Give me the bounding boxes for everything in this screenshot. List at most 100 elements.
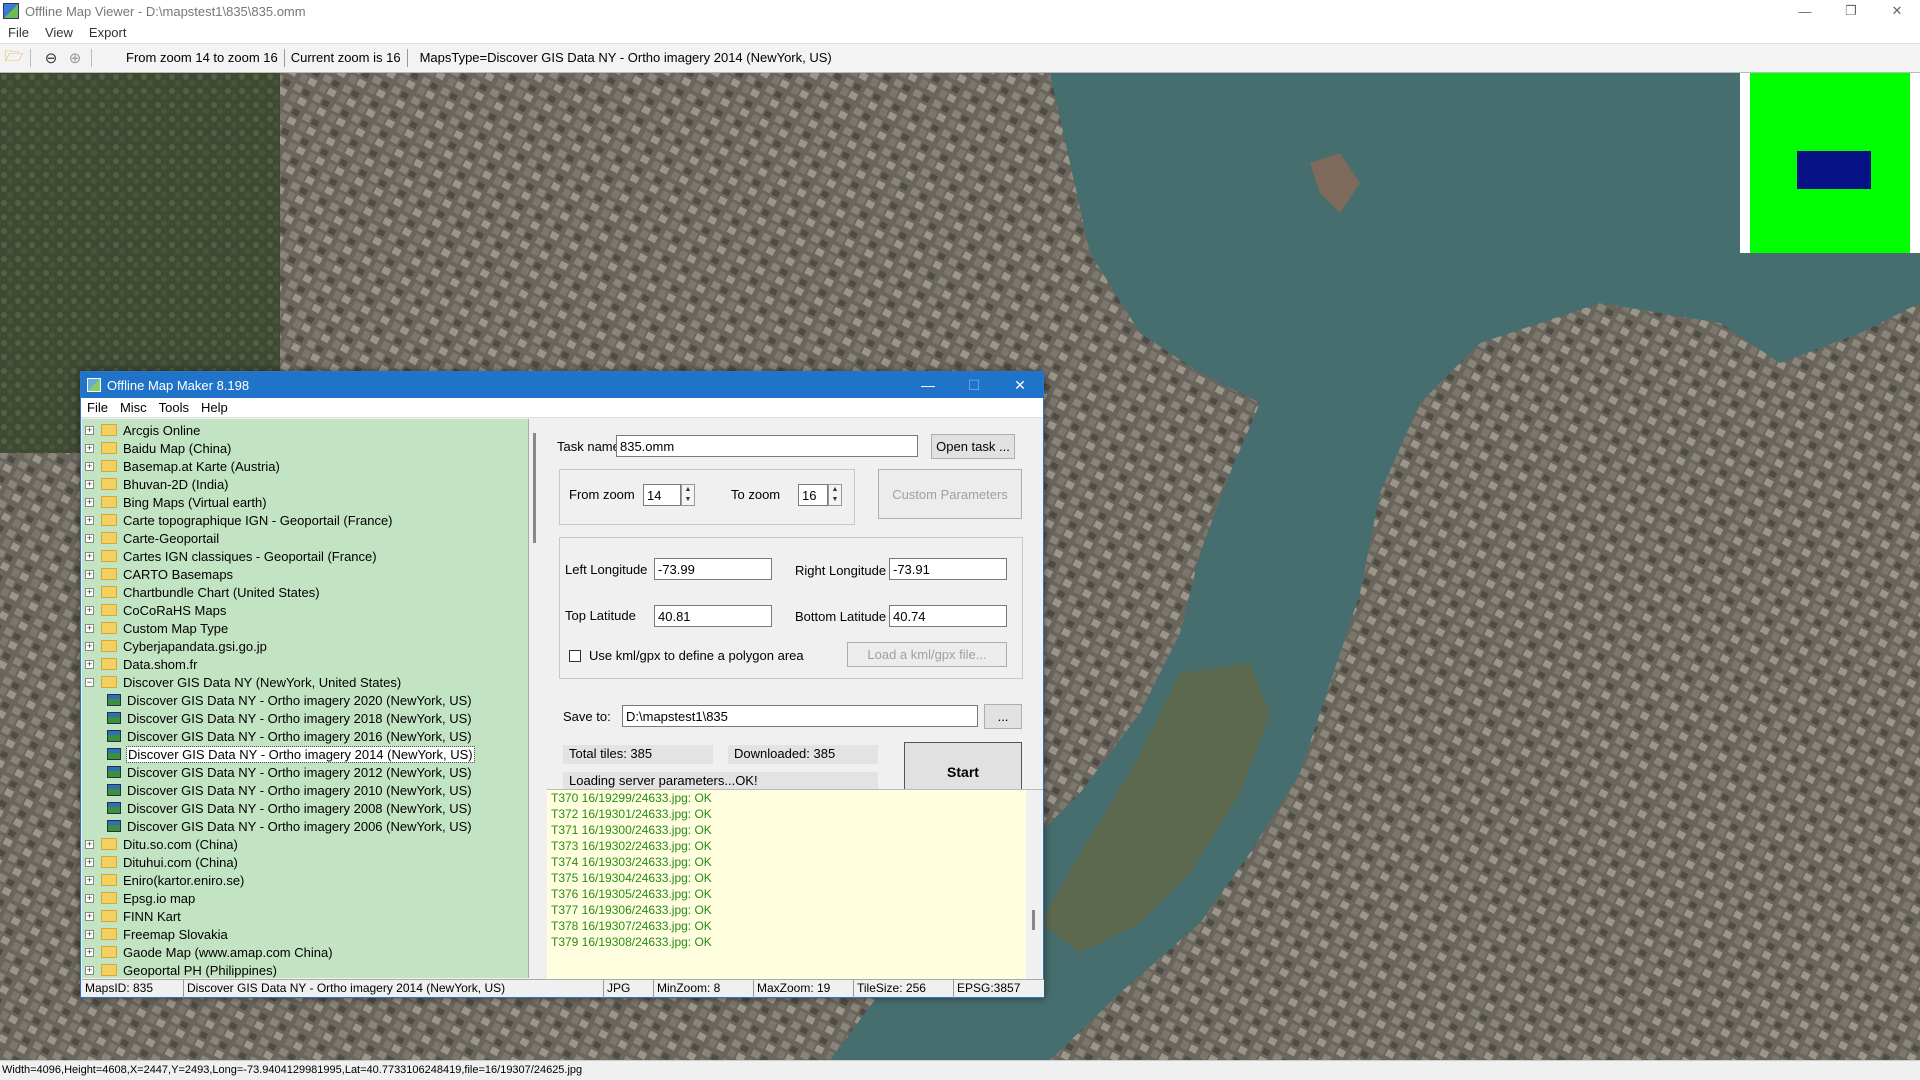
expand-icon[interactable]: + — [85, 623, 94, 633]
tree-folder-item[interactable]: + Cyberjapandata.gsi.go.jp — [82, 637, 528, 655]
expand-icon[interactable]: + — [85, 857, 94, 867]
map-type-tree[interactable]: + Arcgis Online + Baidu Map (China) + Basemap… — [82, 419, 529, 978]
expand-icon[interactable]: + — [85, 929, 94, 939]
tree-folder-item[interactable]: + Geoportal PH (Philippines) — [82, 961, 528, 978]
expand-icon[interactable]: + — [85, 569, 94, 579]
tree-folder-item[interactable]: + Chartbundle Chart (United States) — [82, 583, 528, 601]
tree-folder-item[interactable]: + Gaode Map (www.amap.com China) — [82, 943, 528, 961]
to-zoom-spinner[interactable]: ▲ ▼ — [828, 484, 842, 506]
expand-icon[interactable]: + — [85, 839, 94, 849]
dialog-close-button[interactable]: ✕ — [997, 372, 1043, 398]
tree-folder-item[interactable]: + Ditu.so.com (China) — [82, 835, 528, 853]
toolbar-divider — [30, 49, 31, 67]
expand-icon[interactable]: + — [85, 947, 94, 957]
expand-icon[interactable]: + — [85, 875, 94, 885]
tree-folder-item[interactable]: + Epsg.io map — [82, 889, 528, 907]
save-to-input[interactable] — [622, 705, 978, 727]
expand-icon[interactable]: + — [85, 587, 94, 597]
expand-icon[interactable]: + — [85, 443, 94, 453]
tree-map-item[interactable]: Discover GIS Data NY - Ortho imagery 200… — [82, 799, 528, 817]
dialog-titlebar: Offline Map Maker 8.198 — ☐ ✕ — [81, 372, 1043, 398]
tree-folder-item[interactable]: + Basemap.at Karte (Austria) — [82, 457, 528, 475]
log-line: T377 16/19306/24633.jpg: OK — [551, 903, 712, 917]
menu-file[interactable]: File — [0, 25, 37, 40]
minimize-button[interactable]: — — [1782, 0, 1828, 22]
top-latitude-input[interactable] — [654, 605, 772, 627]
zoom-out-icon[interactable]: ⊖ — [41, 48, 61, 68]
task-name-input[interactable] — [616, 435, 918, 457]
expand-icon[interactable]: + — [85, 911, 94, 921]
tree-item-label: Freemap Slovakia — [123, 926, 228, 942]
expand-icon[interactable]: + — [85, 893, 94, 903]
expand-icon[interactable]: + — [85, 965, 94, 975]
overview-minimap[interactable] — [1740, 73, 1920, 253]
expand-icon[interactable]: + — [85, 479, 94, 489]
dialog-menu-misc[interactable]: Misc — [114, 400, 153, 415]
from-zoom-spinner[interactable]: ▲ ▼ — [681, 484, 695, 506]
tree-folder-item[interactable]: + FINN Kart — [82, 907, 528, 925]
tree-folder-item[interactable]: + Arcgis Online — [82, 421, 528, 439]
tree-folder-item[interactable]: + CARTO Basemaps — [82, 565, 528, 583]
tree-folder-item[interactable]: + Carte-Geoportail — [82, 529, 528, 547]
tree-map-item[interactable]: Discover GIS Data NY - Ortho imagery 201… — [82, 709, 528, 727]
expand-icon[interactable]: + — [85, 461, 94, 471]
expand-icon[interactable]: + — [85, 497, 94, 507]
tree-folder-item[interactable]: + Bing Maps (Virtual earth) — [82, 493, 528, 511]
tree-folder-item[interactable]: + Freemap Slovakia — [82, 925, 528, 943]
maximize-button[interactable]: ❐ — [1828, 0, 1874, 22]
collapse-icon[interactable]: − — [85, 677, 94, 687]
tree-map-item[interactable]: Discover GIS Data NY - Ortho imagery 201… — [82, 727, 528, 745]
tree-map-item[interactable]: Discover GIS Data NY - Ortho imagery 202… — [82, 691, 528, 709]
tree-map-item[interactable]: Discover GIS Data NY - Ortho imagery 200… — [82, 817, 528, 835]
tree-map-item[interactable]: Discover GIS Data NY - Ortho imagery 201… — [82, 781, 528, 799]
dialog-menu-help[interactable]: Help — [195, 400, 234, 415]
expand-icon[interactable]: + — [85, 551, 94, 561]
tree-folder-item[interactable]: + CoCoRaHS Maps — [82, 601, 528, 619]
expand-icon[interactable]: + — [85, 659, 94, 669]
open-task-button[interactable]: Open task ... — [931, 434, 1015, 459]
to-zoom-input[interactable] — [798, 484, 828, 506]
bottom-latitude-input[interactable] — [889, 605, 1007, 627]
expand-icon[interactable]: + — [85, 515, 94, 525]
left-longitude-label: Left Longitude — [565, 562, 648, 577]
expand-icon[interactable]: + — [85, 605, 94, 615]
tree-folder-item[interactable]: + Cartes IGN classiques - Geoportail (Fra… — [82, 547, 528, 565]
map-icon — [107, 712, 121, 724]
folder-icon — [101, 622, 117, 634]
expand-icon[interactable]: + — [85, 641, 94, 651]
tree-folder-item[interactable]: + Eniro(kartor.eniro.se) — [82, 871, 528, 889]
use-kml-checkbox[interactable] — [569, 650, 581, 662]
bottom-latitude-label: Bottom Latitude — [795, 609, 887, 624]
expand-icon[interactable]: + — [85, 533, 94, 543]
menu-export[interactable]: Export — [81, 25, 135, 40]
tree-folder-item[interactable]: + Data.shom.fr — [82, 655, 528, 673]
tree-folder-item[interactable]: + Baidu Map (China) — [82, 439, 528, 457]
dialog-menu-file[interactable]: File — [81, 400, 114, 415]
open-folder-icon[interactable]: 🗁 — [4, 48, 24, 68]
tree-map-item[interactable]: Discover GIS Data NY - Ortho imagery 201… — [82, 745, 528, 763]
dialog-minimize-button[interactable]: — — [905, 372, 951, 398]
left-longitude-input[interactable] — [654, 558, 772, 580]
tree-scrollbar[interactable] — [529, 419, 546, 978]
dialog-menu-tools[interactable]: Tools — [153, 400, 195, 415]
zoom-in-icon[interactable]: ⊕ — [65, 48, 85, 68]
log-scroll-thumb[interactable] — [1032, 910, 1035, 930]
overview-viewport-indicator[interactable] — [1797, 151, 1871, 189]
browse-button[interactable]: ... — [984, 704, 1022, 729]
app-icon — [3, 3, 19, 19]
tree-folder-item[interactable]: + Carte topographique IGN - Geoportail (F… — [82, 511, 528, 529]
expand-icon[interactable]: + — [85, 425, 94, 435]
min-zoom-status: MinZoom: 8 — [654, 980, 754, 998]
tree-folder-item[interactable]: + Dituhui.com (China) — [82, 853, 528, 871]
tree-folder-item[interactable]: − Discover GIS Data NY (NewYork, United S… — [82, 673, 528, 691]
tree-map-item[interactable]: Discover GIS Data NY - Ortho imagery 201… — [82, 763, 528, 781]
menu-view[interactable]: View — [37, 25, 81, 40]
from-zoom-input[interactable] — [643, 484, 681, 506]
tree-folder-item[interactable]: + Bhuvan-2D (India) — [82, 475, 528, 493]
close-button[interactable]: ✕ — [1874, 0, 1920, 22]
log-scrollbar[interactable] — [1026, 790, 1043, 979]
window-titlebar: Offline Map Viewer - D:\mapstest1\835\83… — [0, 0, 1920, 22]
tree-folder-item[interactable]: + Custom Map Type — [82, 619, 528, 637]
tree-scroll-thumb[interactable] — [533, 433, 536, 543]
right-longitude-input[interactable] — [889, 558, 1007, 580]
